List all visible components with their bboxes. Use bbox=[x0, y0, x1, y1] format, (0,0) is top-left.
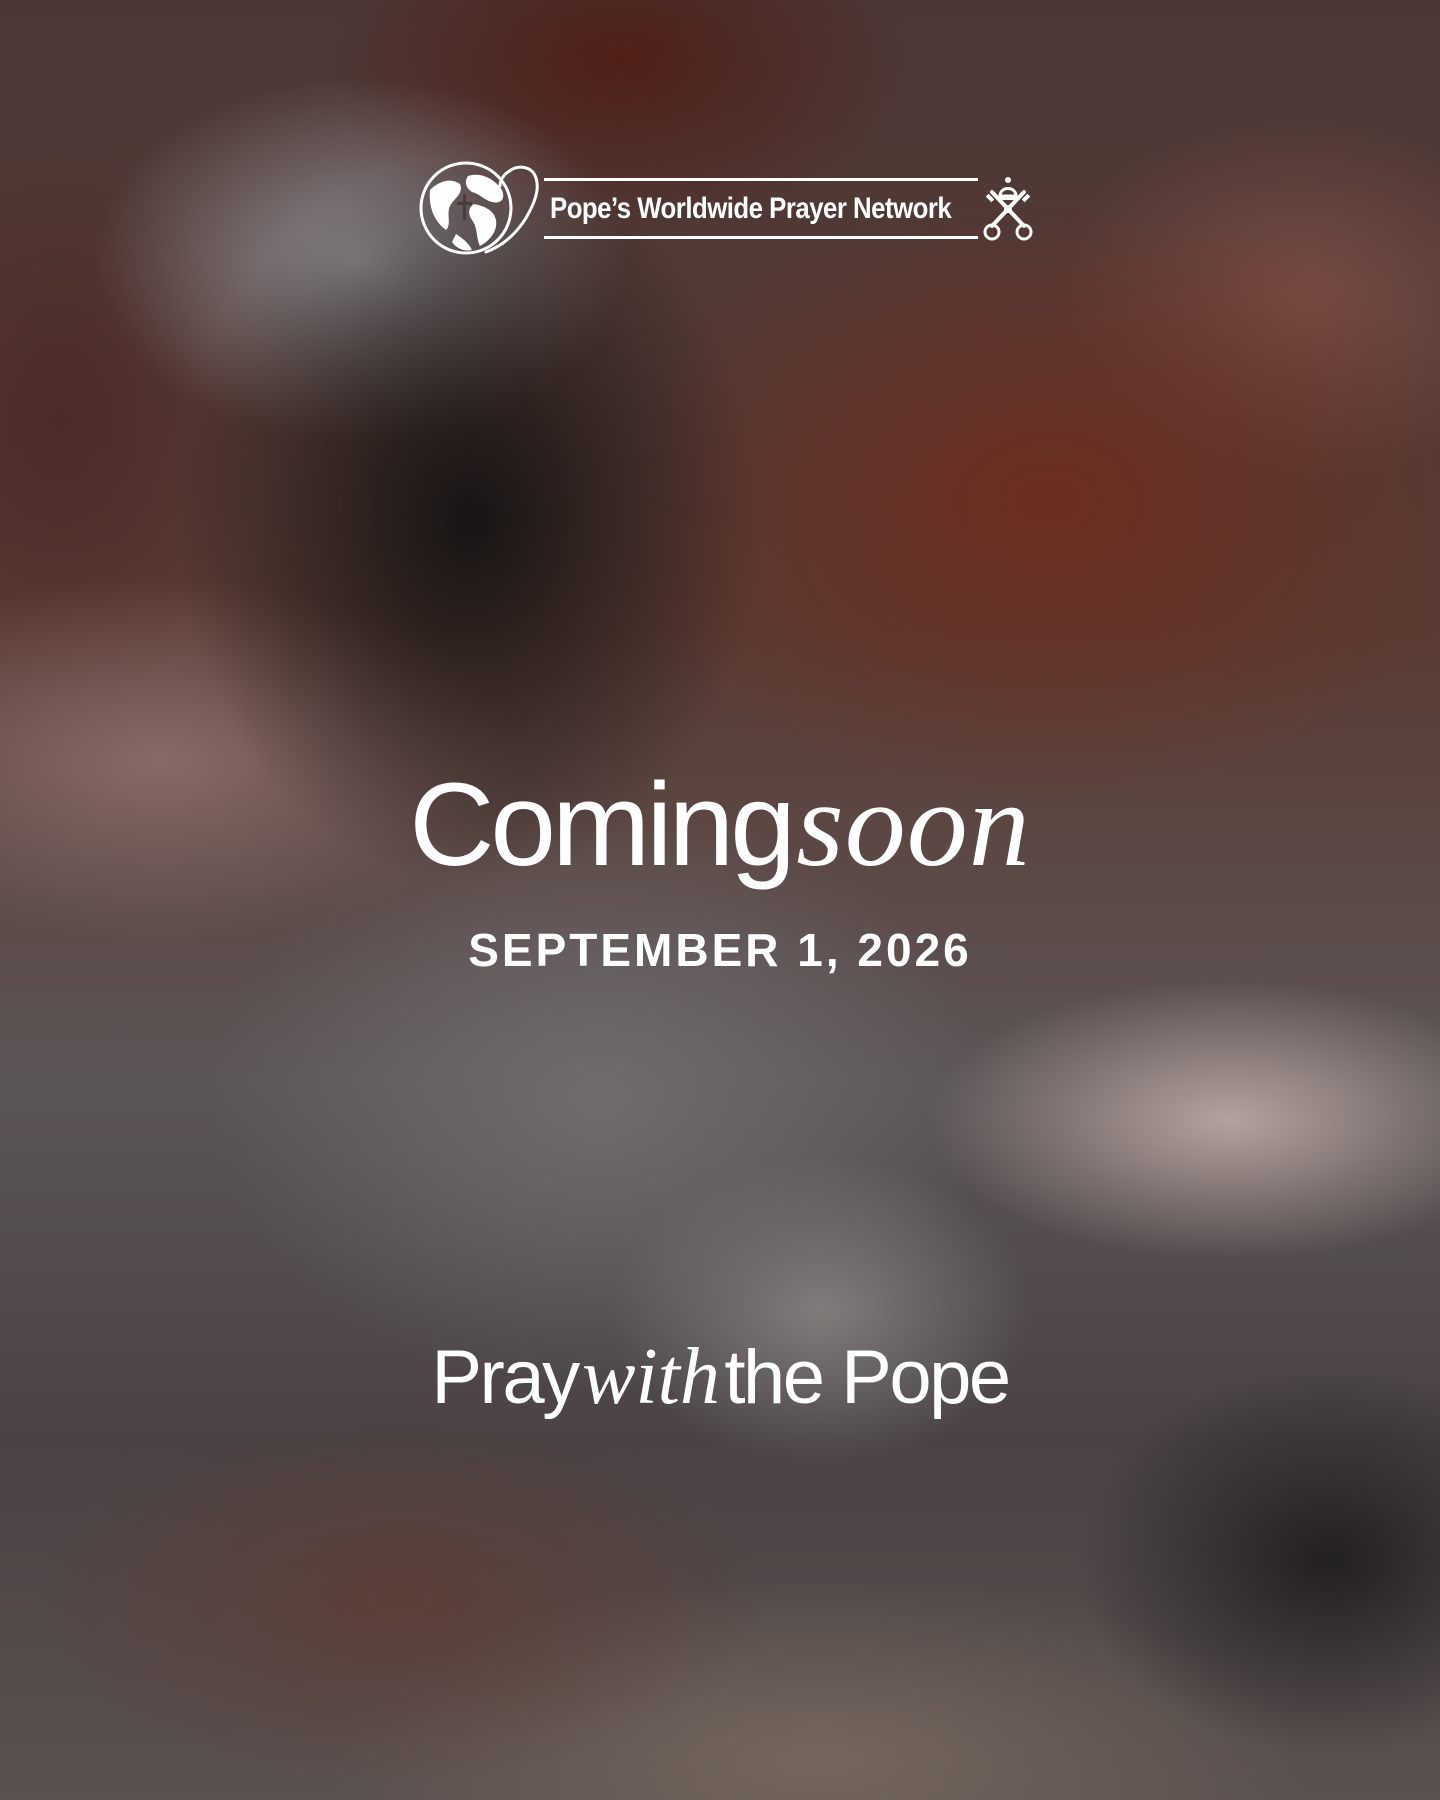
brand-name: Pope’s Worldwide Prayer Network bbox=[550, 192, 952, 225]
globe-heart-icon bbox=[419, 161, 539, 255]
brand-logo: Pope’s Worldwide Prayer Network bbox=[410, 154, 1033, 262]
tagline: Pray with the Pope bbox=[0, 1332, 1440, 1444]
headline-coming: Coming bbox=[409, 759, 796, 891]
logo-rule-top bbox=[544, 178, 978, 181]
headline-soon: soon bbox=[796, 757, 1031, 892]
hero-headline: Coming soon bbox=[0, 757, 1440, 892]
logo-rule-bottom bbox=[544, 236, 978, 239]
tagline-with: with bbox=[582, 1333, 720, 1421]
tagline-pray: Pray bbox=[431, 1335, 580, 1420]
blurred-background bbox=[0, 0, 1440, 1800]
tagline-the-pope: the Pope bbox=[724, 1335, 1011, 1420]
papal-keys-icon bbox=[983, 177, 1033, 241]
launch-date: SEPTEMBER 1, 2026 bbox=[468, 924, 972, 976]
